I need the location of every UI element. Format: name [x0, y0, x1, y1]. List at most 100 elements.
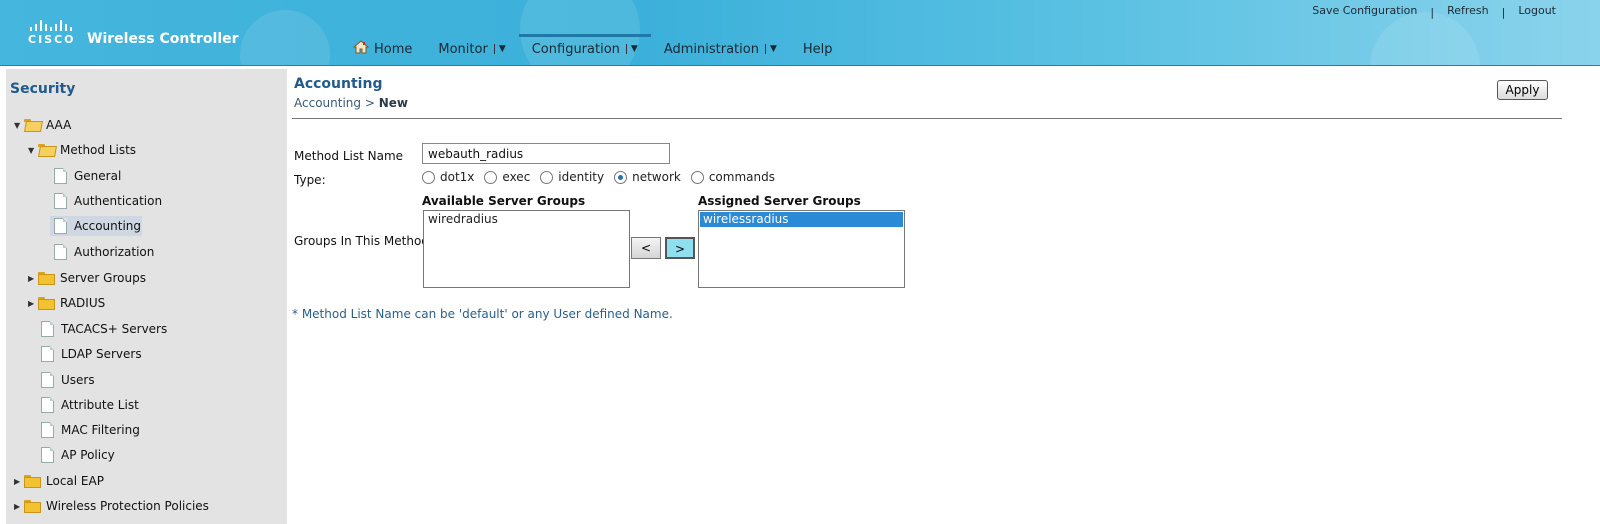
sidebar-item-label: Accounting [74, 219, 142, 233]
page-icon [41, 346, 54, 362]
sidebar-item-label: Users [61, 373, 95, 387]
available-groups-listbox[interactable]: wiredradius [423, 210, 630, 288]
sidebar-item-label: TACACS+ Servers [61, 322, 168, 336]
sidebar-item-label: RADIUS [60, 296, 106, 310]
chevron-down-icon[interactable]: ▼ [764, 44, 777, 54]
page-icon [41, 447, 54, 463]
sidebar-item-wireless-protection-policies[interactable]: ▶ Wireless Protection Policies [14, 496, 209, 516]
available-groups-title: Available Server Groups [422, 194, 586, 208]
collapsed-triangle-icon[interactable]: ▶ [28, 299, 38, 308]
page-icon [41, 372, 54, 388]
expanded-triangle-icon[interactable]: ▼ [14, 121, 24, 130]
type-option-commands[interactable]: commands [690, 170, 775, 184]
sidebar-item-authorization[interactable]: Authorization [54, 242, 154, 262]
sidebar-item-label: Method Lists [60, 143, 137, 157]
sidebar-item-label: General [74, 169, 122, 183]
radio-button[interactable] [484, 170, 498, 184]
method-list-name-label: Method List Name [294, 149, 404, 163]
sidebar-item-label: LDAP Servers [61, 347, 142, 361]
move-left-button[interactable]: < [631, 237, 661, 259]
sidebar: Security ▼ AAA ▼ Method Lists General Au… [6, 69, 287, 524]
sidebar-item-mac-filtering[interactable]: MAC Filtering [41, 420, 140, 440]
product-title: Wireless Controller [87, 31, 239, 47]
method-list-name-input[interactable] [422, 143, 670, 164]
page-title: Accounting [294, 76, 383, 92]
folder-open-icon [24, 118, 43, 132]
page-icon [54, 193, 67, 209]
list-item-selected[interactable]: wirelessradius [700, 212, 903, 227]
assigned-groups-listbox[interactable]: wirelessradius [698, 210, 905, 288]
folder-icon [38, 296, 55, 310]
sidebar-item-label: Authorization [74, 245, 155, 259]
breadcrumb-separator: > [364, 96, 375, 110]
radio-button[interactable] [422, 170, 435, 184]
header-divider [292, 118, 1562, 119]
save-configuration-link[interactable]: Save Configuration [1312, 4, 1417, 17]
chevron-down-icon[interactable]: ▼ [625, 44, 638, 54]
sidebar-item-label: AAA [46, 118, 72, 132]
link-separator: | [1501, 6, 1506, 19]
sidebar-item-accounting[interactable]: Accounting [50, 216, 142, 236]
type-option-label: commands [708, 170, 775, 184]
type-option-exec[interactable]: exec [484, 170, 530, 184]
sidebar-item-general[interactable]: General [54, 166, 121, 186]
cisco-logo: CISCO [28, 19, 78, 46]
sidebar-title: Security [10, 81, 76, 97]
refresh-link[interactable]: Refresh [1447, 4, 1489, 17]
page-icon [54, 168, 67, 184]
type-option-label: network [632, 170, 681, 184]
nav-monitor[interactable]: Monitor ▼ [425, 38, 518, 58]
collapsed-triangle-icon[interactable]: ▶ [14, 502, 24, 511]
folder-open-icon [38, 143, 57, 157]
type-label: Type: [294, 173, 326, 187]
header-bar: CISCO Wireless Controller Save Configura… [0, 0, 1600, 66]
collapsed-triangle-icon[interactable]: ▶ [28, 274, 38, 283]
radio-button[interactable] [540, 170, 554, 184]
sidebar-item-ldap-servers[interactable]: LDAP Servers [41, 344, 142, 364]
sidebar-item-label: Local EAP [46, 474, 104, 488]
sidebar-item-authentication[interactable]: Authentication [54, 191, 162, 211]
nav-administration-label: Administration [663, 41, 759, 57]
home-icon [352, 40, 370, 58]
nav-configuration[interactable]: Configuration ▼ [518, 34, 651, 58]
sidebar-item-users[interactable]: Users [41, 370, 95, 390]
nav-home[interactable]: Home [340, 38, 425, 58]
sidebar-item-local-eap[interactable]: ▶ Local EAP [14, 471, 104, 491]
logout-link[interactable]: Logout [1518, 4, 1556, 17]
sidebar-item-aaa[interactable]: ▼ AAA [14, 115, 71, 135]
apply-button[interactable]: Apply [1497, 80, 1548, 100]
type-option-identity[interactable]: identity [540, 170, 604, 184]
sidebar-item-attribute-list[interactable]: Attribute List [41, 395, 139, 415]
chevron-down-icon[interactable]: ▼ [493, 44, 506, 54]
nav-administration[interactable]: Administration ▼ [651, 38, 790, 58]
type-option-network[interactable]: network [614, 170, 681, 184]
breadcrumb-parent[interactable]: Accounting [294, 96, 361, 110]
sidebar-item-label: AP Policy [61, 448, 115, 462]
main-nav: Home Monitor ▼ Configuration ▼ Administr… [340, 34, 846, 60]
type-option-label: identity [558, 170, 605, 184]
radio-button-checked[interactable] [614, 170, 628, 184]
radio-button[interactable] [690, 170, 704, 184]
type-option-dot1x[interactable]: dot1x [422, 170, 474, 184]
type-option-label: dot1x [440, 170, 475, 184]
sidebar-item-server-groups[interactable]: ▶ Server Groups [28, 268, 146, 288]
folder-icon [24, 474, 41, 488]
sidebar-item-label: Attribute List [61, 398, 139, 412]
method-list-name-note: * Method List Name can be 'default' or a… [292, 307, 673, 321]
sidebar-item-radius[interactable]: ▶ RADIUS [28, 293, 105, 313]
folder-icon [24, 499, 41, 513]
assigned-groups-title: Assigned Server Groups [698, 194, 861, 208]
sidebar-item-ap-policy[interactable]: AP Policy [41, 445, 115, 465]
list-item[interactable]: wiredradius [425, 212, 628, 227]
move-right-button[interactable]: > [665, 237, 695, 259]
type-option-label: exec [502, 170, 531, 184]
sidebar-item-tacacs-servers[interactable]: TACACS+ Servers [41, 319, 167, 339]
nav-help[interactable]: Help [790, 38, 846, 58]
expanded-triangle-icon[interactable]: ▼ [28, 146, 38, 155]
sidebar-item-method-lists[interactable]: ▼ Method Lists [28, 140, 136, 160]
nav-configuration-label: Configuration [531, 41, 620, 57]
collapsed-triangle-icon[interactable]: ▶ [14, 477, 24, 486]
type-radio-group: dot1x exec identity network commands [422, 170, 785, 184]
nav-monitor-label: Monitor [438, 41, 488, 57]
sidebar-item-label: Server Groups [60, 271, 146, 285]
